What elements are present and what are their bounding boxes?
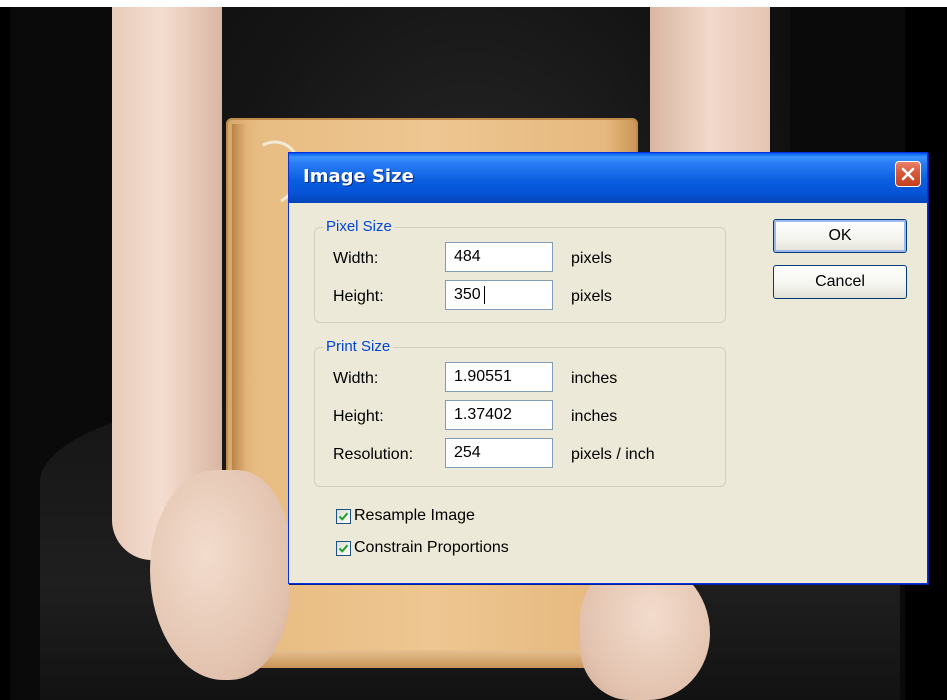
pixel-size-title: Pixel Size — [323, 218, 395, 235]
print-size-group: Print Size Width: inches Height: inches … — [314, 338, 726, 487]
ok-button[interactable]: OK — [773, 219, 907, 253]
print-size-title: Print Size — [323, 338, 394, 355]
pixel-width-input[interactable] — [445, 242, 553, 272]
text-caret — [484, 286, 485, 304]
print-width-label: Width: — [333, 370, 379, 387]
checkmark-icon — [338, 512, 349, 521]
pixel-height-label: Height: — [333, 288, 384, 305]
print-width-unit: inches — [571, 370, 618, 387]
constrain-check-box[interactable] — [336, 540, 351, 556]
image-size-dialog: Image Size Pixel Size Width: pixels Heig… — [288, 152, 928, 584]
pixel-size-group: Pixel Size Width: pixels Height: pixels — [314, 218, 726, 323]
resample-image-checkbox[interactable]: Resample Image — [336, 507, 475, 525]
print-width-input[interactable] — [445, 362, 553, 392]
print-height-label: Height: — [333, 408, 384, 425]
resample-check-box[interactable] — [336, 508, 351, 524]
dialog-title: Image Size — [303, 166, 414, 187]
resolution-label: Resolution: — [333, 446, 414, 463]
pixel-height-unit: pixels — [571, 288, 612, 305]
title-bar[interactable]: Image Size — [289, 153, 927, 203]
pixel-height-input[interactable] — [445, 280, 553, 310]
close-button[interactable] — [895, 161, 921, 187]
dialog-body: Pixel Size Width: pixels Height: pixels … — [292, 203, 924, 580]
top-border — [0, 0, 947, 7]
print-height-unit: inches — [571, 408, 618, 425]
checkmark-icon — [338, 544, 349, 553]
left-border — [0, 0, 10, 700]
close-icon — [901, 167, 915, 181]
constrain-proportions-label: Constrain Proportions — [354, 539, 509, 556]
pixel-width-label: Width: — [333, 250, 379, 267]
resolution-unit: pixels / inch — [571, 446, 655, 463]
left-hand — [150, 470, 290, 680]
book-bottom-edge — [230, 650, 634, 668]
resample-image-label: Resample Image — [354, 507, 475, 524]
cancel-button[interactable]: Cancel — [773, 265, 907, 299]
print-height-input[interactable] — [445, 400, 553, 430]
resolution-input[interactable] — [445, 438, 553, 468]
pixel-width-unit: pixels — [571, 250, 612, 267]
constrain-proportions-checkbox[interactable]: Constrain Proportions — [336, 539, 509, 557]
